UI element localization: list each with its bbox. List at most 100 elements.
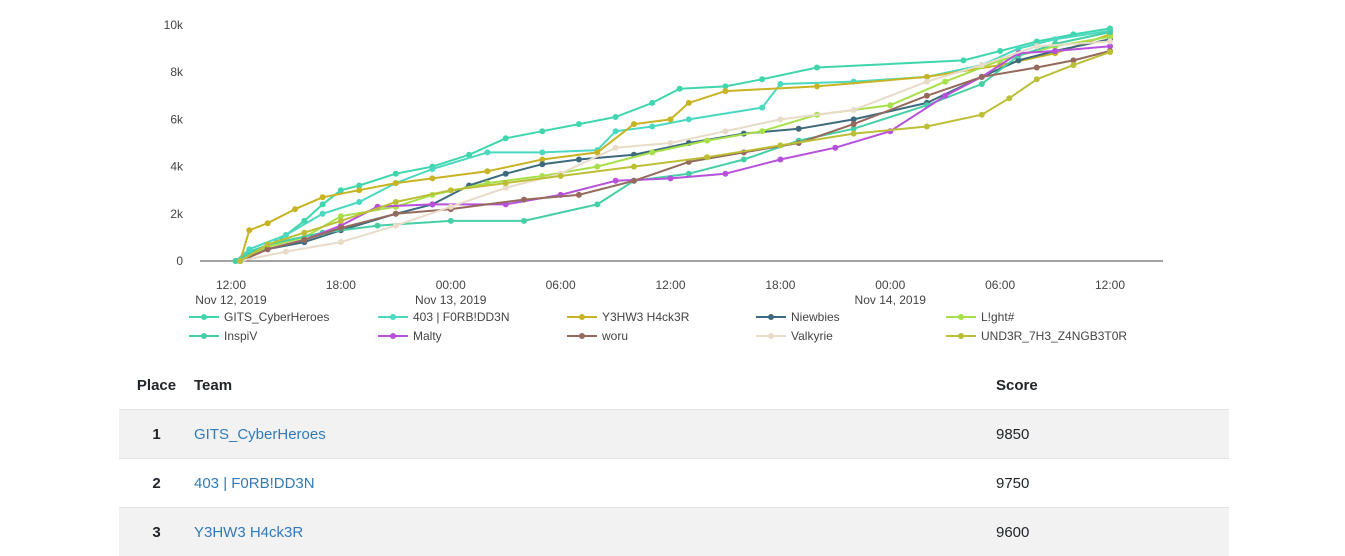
legend-label: 403 | F0RB!DD3N: [413, 310, 510, 324]
series-point: [393, 171, 399, 177]
team-cell: GITS_CyberHeroes: [194, 410, 996, 459]
series-point: [704, 138, 710, 144]
series-point: [558, 173, 564, 179]
series-point: [375, 223, 381, 229]
series-point: [722, 171, 728, 177]
series-point: [338, 218, 344, 224]
series-point: [265, 220, 271, 226]
scoreboard-row: 1 GITS_CyberHeroes 9850: [119, 410, 1229, 459]
legend-label: GITS_CyberHeroes: [224, 310, 329, 324]
series-point: [649, 149, 655, 155]
x-tick-label: 12:00: [216, 278, 246, 292]
score-graph-svg: 02k4k6k8k10k12:00Nov 12, 201918:0000:00N…: [0, 0, 1345, 360]
series-point: [338, 239, 344, 245]
series-point: [576, 192, 582, 198]
series-point: [448, 218, 454, 224]
series-point: [777, 157, 783, 163]
series-point: [832, 145, 838, 151]
series-point: [393, 211, 399, 217]
series-point: [484, 168, 490, 174]
place-cell: 3: [119, 508, 194, 556]
series-point: [429, 201, 435, 207]
series-point: [668, 116, 674, 122]
legend-label: UND3R_7H3_Z4NGB3T0R: [981, 329, 1127, 343]
series-point: [1052, 48, 1058, 54]
series-point: [393, 199, 399, 205]
series-point: [979, 74, 985, 80]
scoreboard-header-row: Place Team Score: [119, 361, 1229, 410]
series-point: [503, 135, 509, 141]
series-point: [759, 76, 765, 82]
legend-swatch-point: [390, 333, 396, 339]
series-point: [539, 149, 545, 155]
team-cell: 403 | F0RB!DD3N: [194, 459, 996, 508]
series-point: [301, 230, 307, 236]
series-point: [613, 114, 619, 120]
series-point: [448, 204, 454, 210]
team-link[interactable]: Y3HW3 H4ck3R: [194, 524, 303, 541]
series-point: [1107, 39, 1113, 45]
team-link[interactable]: 403 | F0RB!DD3N: [194, 475, 315, 492]
series-point: [429, 166, 435, 172]
series-point: [686, 116, 692, 122]
series-point: [741, 157, 747, 163]
scoreboard-row: 3 Y3HW3 H4ck3R 9600: [119, 508, 1229, 556]
legend-swatch-point: [579, 314, 585, 320]
series-point: [979, 81, 985, 87]
series-point: [1107, 29, 1113, 35]
series-point: [594, 201, 600, 207]
series-point: [356, 187, 362, 193]
series-point: [594, 164, 600, 170]
team-link[interactable]: GITS_CyberHeroes: [194, 426, 326, 443]
series-point: [320, 194, 326, 200]
legend-label: woru: [601, 329, 628, 343]
series-point: [704, 154, 710, 160]
series-point: [283, 249, 289, 255]
series-point: [796, 126, 802, 132]
series-point: [613, 178, 619, 184]
series-point: [668, 140, 674, 146]
x-tick-label: 00:00: [875, 278, 905, 292]
series-point: [979, 62, 985, 68]
x-tick-date-label: Nov 13, 2019: [415, 293, 487, 307]
series-point: [649, 100, 655, 106]
x-tick-date-label: Nov 12, 2019: [195, 293, 267, 307]
series-point: [320, 211, 326, 217]
x-tick-label: 18:00: [326, 278, 356, 292]
series-point: [246, 227, 252, 233]
series-point: [979, 112, 985, 118]
legend-label: Y3HW3 H4ck3R: [602, 310, 690, 324]
series-point: [1006, 95, 1012, 101]
series-line: [240, 39, 1110, 261]
series-point: [942, 93, 948, 99]
legend-label: L!ght#: [981, 310, 1015, 324]
series-point: [668, 175, 674, 181]
series-point: [393, 223, 399, 229]
x-tick-label: 12:00: [1095, 278, 1125, 292]
legend-swatch-point: [958, 314, 964, 320]
score-header: Score: [996, 361, 1229, 410]
score-cell: 9850: [996, 410, 1229, 459]
series-point: [759, 105, 765, 111]
x-tick-date-label: Nov 14, 2019: [855, 293, 927, 307]
series-point: [503, 180, 509, 186]
series-point: [576, 121, 582, 127]
legend-swatch-point: [390, 314, 396, 320]
legend-swatch-point: [768, 314, 774, 320]
series-point: [887, 102, 893, 108]
series-point: [631, 121, 637, 127]
series-point: [576, 157, 582, 163]
series-point: [686, 100, 692, 106]
legend-label: InspiV: [224, 329, 257, 343]
y-tick-label: 4k: [170, 160, 184, 174]
series-point: [237, 258, 243, 264]
series-point: [393, 180, 399, 186]
y-tick-label: 8k: [170, 65, 184, 79]
series-point: [613, 128, 619, 134]
y-tick-label: 10k: [164, 18, 184, 32]
y-tick-label: 2k: [170, 207, 184, 221]
series-point: [1034, 43, 1040, 49]
legend-swatch-point: [201, 333, 207, 339]
series-point: [338, 187, 344, 193]
series-point: [942, 79, 948, 85]
